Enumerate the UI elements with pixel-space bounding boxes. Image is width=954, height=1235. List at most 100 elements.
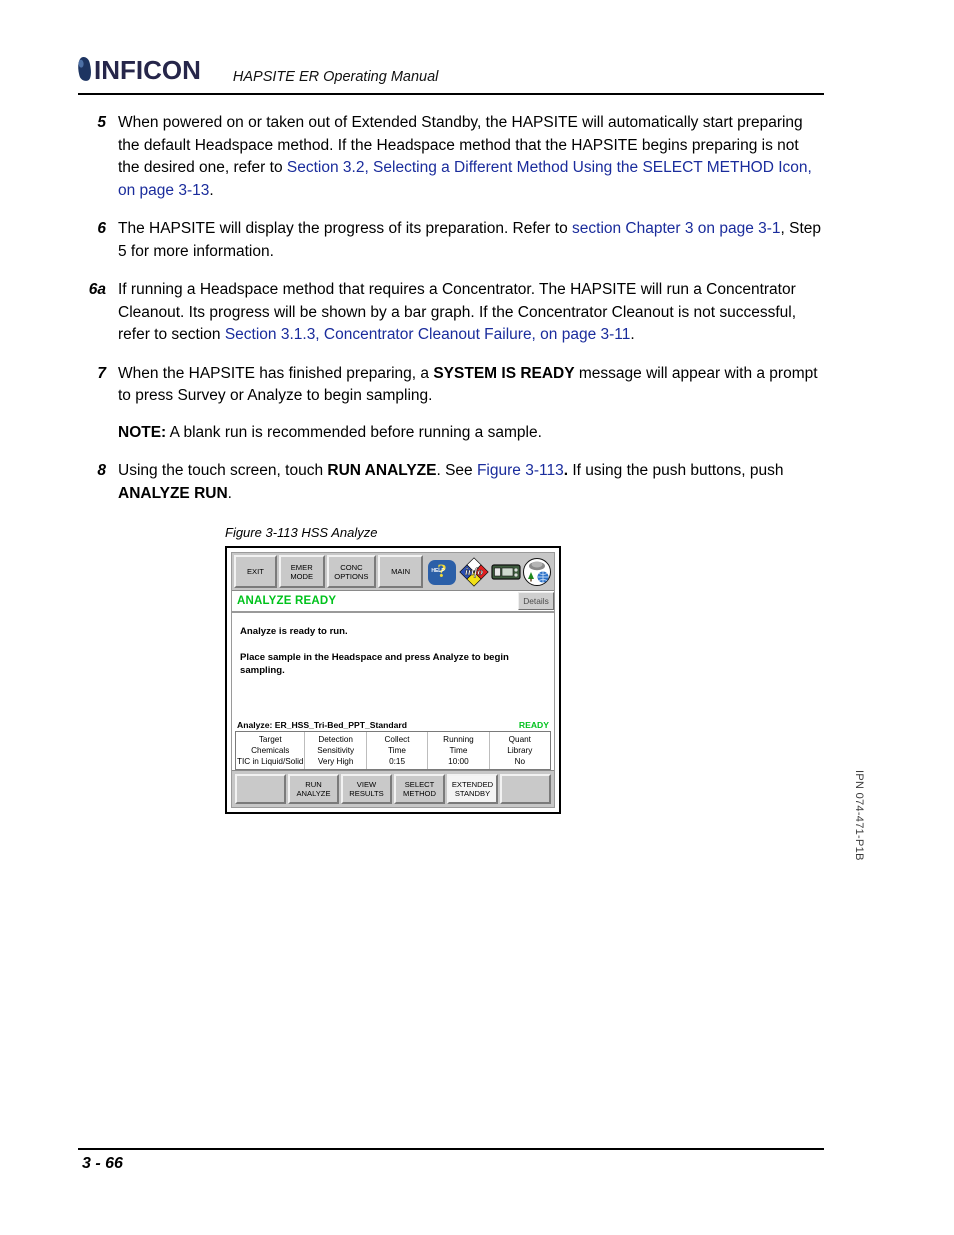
blank-button-left[interactable] bbox=[235, 774, 286, 804]
toolbar-icon-group: ? HELP info bbox=[425, 555, 552, 588]
column-value: Very High bbox=[317, 757, 354, 766]
svg-text:info: info bbox=[465, 566, 484, 578]
column-header-2: Chemicals bbox=[251, 746, 290, 755]
note-label: NOTE: bbox=[118, 423, 167, 441]
message-line: Analyze is ready to run. bbox=[240, 626, 348, 637]
page-number: 3 - 66 bbox=[82, 1155, 123, 1172]
column-header-1: Running bbox=[443, 735, 474, 744]
view-results-label-1: VIEW bbox=[356, 779, 377, 789]
column-header-1: Detection bbox=[318, 735, 353, 744]
header-divider bbox=[78, 93, 824, 95]
step-text: When powered on or taken out of Extended… bbox=[118, 112, 824, 202]
emer-mode-label-2: MODE bbox=[290, 571, 314, 581]
step-item: 6a If running a Headspace method that re… bbox=[78, 279, 824, 347]
step-text: Using the touch screen, touch RUN ANALYZ… bbox=[118, 460, 824, 505]
logo-wordmark: INFICON bbox=[94, 55, 201, 85]
help-icon[interactable]: ? HELP bbox=[427, 557, 457, 587]
instrument-icon[interactable] bbox=[491, 562, 521, 582]
device-toolbar: EXIT EMER MODE CONC OPTIONS MAIN ? HELP … bbox=[232, 553, 554, 591]
method-table: Target Chemicals TIC in Liquid/Solid Det… bbox=[235, 731, 551, 770]
message-line: Place sample in the Headspace and press … bbox=[240, 652, 509, 676]
status-bar: ANALYZE READY Details bbox=[232, 591, 554, 613]
note-block: NOTE: A blank run is recommended before … bbox=[118, 422, 824, 445]
step-number: 6a bbox=[88, 281, 106, 298]
svg-text:HELP: HELP bbox=[431, 568, 445, 574]
view-results-button[interactable]: VIEW RESULTS bbox=[341, 774, 392, 804]
conc-options-button[interactable]: CONC OPTIONS bbox=[326, 555, 377, 588]
exit-button-label: EXIT bbox=[246, 567, 264, 576]
step-text-part: Using the touch screen, touch bbox=[118, 462, 328, 479]
column-header-2: Time bbox=[388, 746, 406, 755]
step-text-emphasis: SYSTEM IS READY bbox=[433, 364, 575, 382]
column-value: 0:15 bbox=[389, 757, 405, 766]
select-method-label-1: SELECT bbox=[404, 779, 435, 789]
step-text-part: If using the push buttons, push bbox=[568, 462, 784, 479]
run-analyze-button[interactable]: RUN ANALYZE bbox=[288, 774, 339, 804]
step-number: 6 bbox=[97, 220, 106, 237]
column-value: 10:00 bbox=[448, 757, 469, 766]
view-results-label-2: RESULTS bbox=[349, 789, 384, 798]
method-column: Collect Time 0:15 bbox=[367, 732, 429, 769]
step-item: 8 Using the touch screen, touch RUN ANAL… bbox=[78, 460, 824, 505]
select-method-button[interactable]: SELECT METHOD bbox=[394, 774, 445, 804]
step-text-emphasis: ANALYZE RUN bbox=[118, 484, 228, 502]
hapsite-screen-figure: EXIT EMER MODE CONC OPTIONS MAIN ? HELP … bbox=[225, 546, 561, 814]
environment-icon[interactable] bbox=[522, 557, 552, 587]
manual-title: HAPSITE ER Operating Manual bbox=[232, 69, 439, 85]
step-text-part: The HAPSITE will display the progress of… bbox=[118, 220, 573, 237]
conc-options-label-2: OPTIONS bbox=[334, 571, 369, 581]
figure-caption: Figure 3-113 HSS Analyze bbox=[225, 525, 378, 540]
method-name: Analyze: ER_HSS_Tri-Bed_PPT_Standard bbox=[237, 720, 408, 730]
column-header-1: Target bbox=[258, 735, 282, 744]
step-text-emphasis: RUN ANALYZE bbox=[327, 462, 437, 479]
main-button[interactable]: MAIN bbox=[378, 555, 423, 588]
step-number: 5 bbox=[97, 114, 106, 131]
details-button[interactable]: Details bbox=[518, 592, 554, 610]
extended-standby-label-1: EXTENDED bbox=[451, 779, 494, 789]
device-button-bar: RUN ANALYZE VIEW RESULTS SELECT METHOD E… bbox=[232, 770, 554, 807]
column-header-2: Time bbox=[449, 746, 468, 755]
step-text: The HAPSITE will display the progress of… bbox=[118, 218, 824, 263]
extended-standby-button[interactable]: EXTENDED STANDBY bbox=[447, 774, 498, 804]
step-text-part: When the HAPSITE has finished preparing,… bbox=[118, 364, 434, 382]
step-text: When the HAPSITE has finished preparing,… bbox=[118, 363, 824, 445]
step-number: 8 bbox=[97, 462, 106, 479]
method-column: Target Chemicals TIC in Liquid/Solid bbox=[236, 732, 306, 769]
extended-standby-label-2: STANDBY bbox=[454, 789, 491, 798]
select-method-label-2: METHOD bbox=[403, 789, 436, 798]
status-badge: ANALYZE READY bbox=[237, 595, 337, 607]
inficon-logo: INFICON bbox=[75, 55, 201, 86]
exit-button[interactable]: EXIT bbox=[234, 555, 277, 588]
instruction-list: 5 When powered on or taken out of Extend… bbox=[78, 112, 824, 521]
ipn-sidetext: IPN 074-471-P1B bbox=[853, 770, 865, 861]
figure-link[interactable]: Figure 3-113 bbox=[477, 462, 564, 479]
info-diamond-icon[interactable]: info bbox=[458, 556, 490, 588]
method-state-badge: READY bbox=[518, 720, 549, 730]
step-number: 7 bbox=[97, 364, 106, 382]
figure-block: Figure 3-113 HSS Analyze EXIT EMER MODE … bbox=[225, 525, 561, 814]
step-link[interactable]: section Chapter 3 on page 3-1 bbox=[572, 220, 781, 237]
footer-divider bbox=[78, 1148, 824, 1150]
main-button-label: MAIN bbox=[391, 567, 411, 576]
emer-mode-label-1: EMER bbox=[290, 562, 313, 572]
inficon-drop-icon bbox=[75, 55, 94, 82]
step-text-part: . bbox=[630, 326, 635, 343]
run-analyze-label-2: ANALYZE bbox=[296, 789, 331, 798]
step-text: If running a Headspace method that requi… bbox=[118, 279, 824, 347]
emer-mode-button[interactable]: EMER MODE bbox=[278, 555, 325, 588]
note-text: A blank run is recommended before runnin… bbox=[169, 423, 542, 441]
step-link[interactable]: Section 3.1.3, Concentrator Cleanout Fai… bbox=[225, 326, 631, 343]
step-text-part: . bbox=[227, 484, 232, 502]
step-text-part: . See bbox=[436, 462, 477, 479]
step-text-part: . bbox=[209, 181, 214, 199]
method-column: Detection Sensitivity Very High bbox=[305, 732, 367, 769]
column-header-1: Collect bbox=[384, 735, 410, 744]
run-analyze-label-1: RUN bbox=[305, 779, 322, 789]
blank-button-right[interactable] bbox=[500, 774, 551, 804]
method-column: Running Time 10:00 bbox=[428, 732, 490, 769]
column-header-2: Library bbox=[507, 746, 533, 755]
step-item: 5 When powered on or taken out of Extend… bbox=[78, 112, 824, 202]
page-header: INFICON HAPSITE ER Operating Manual bbox=[75, 52, 824, 86]
method-summary-line: Analyze: ER_HSS_Tri-Bed_PPT_Standard REA… bbox=[232, 720, 554, 731]
method-column: Quant Library No bbox=[490, 732, 550, 769]
